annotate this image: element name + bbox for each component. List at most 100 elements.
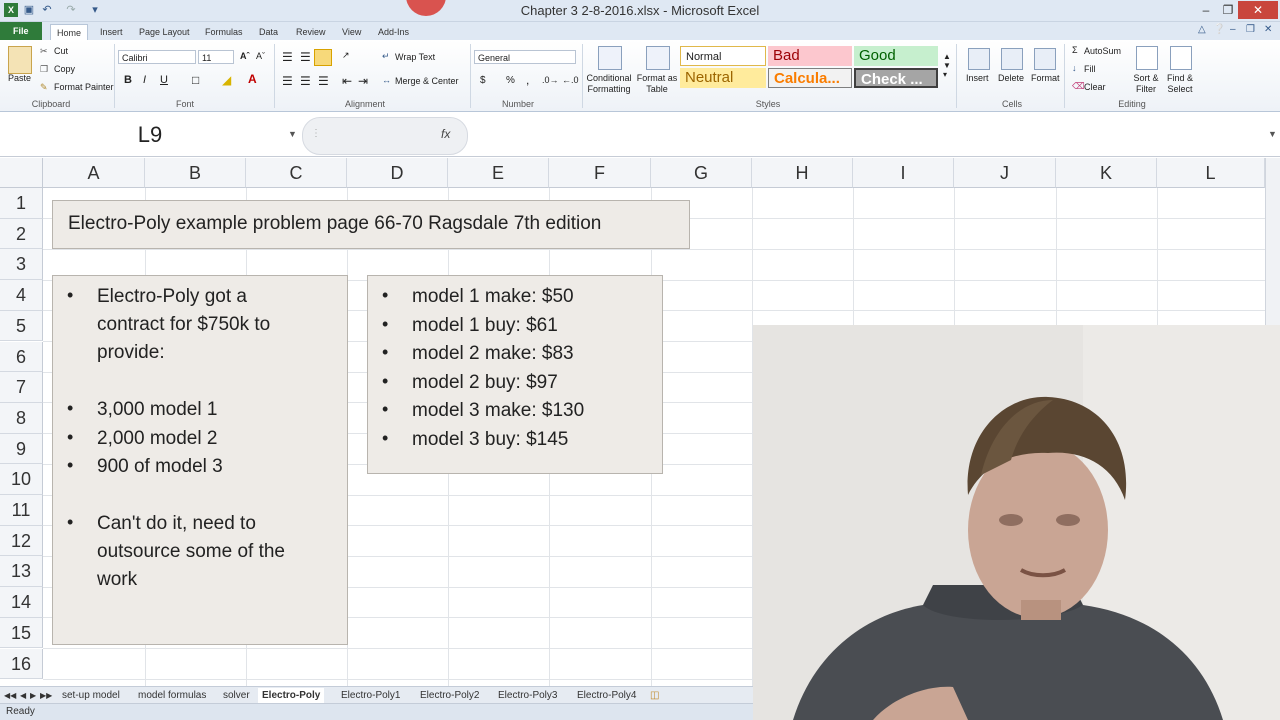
sheet-tab-active[interactable]: Electro-Poly [258, 688, 325, 703]
number-format-select[interactable]: General [474, 50, 576, 64]
row-header-16[interactable]: 16 [0, 648, 43, 680]
column-header-l[interactable]: L [1157, 158, 1265, 188]
style-good[interactable]: Good [854, 46, 938, 66]
style-neutral[interactable]: Neutral [680, 68, 766, 88]
formula-cancel-icon[interactable]: ⋮ [311, 128, 321, 139]
row-header-12[interactable]: 12 [0, 525, 43, 557]
underline-button[interactable]: U [160, 74, 168, 86]
conditional-formatting-icon[interactable] [598, 46, 622, 70]
column-header-c[interactable]: C [246, 158, 347, 188]
font-color-icon[interactable]: A [248, 72, 257, 86]
vertical-scrollbar[interactable] [1265, 158, 1280, 325]
tab-formulas[interactable]: Formulas [199, 24, 249, 40]
insert-sheet-icon[interactable]: ◫ [650, 688, 659, 703]
column-header-i[interactable]: I [853, 158, 954, 188]
insert-function-icon[interactable]: fx [441, 127, 450, 141]
format-painter-button[interactable]: Format Painter [54, 82, 114, 92]
insert-cells-button[interactable]: Insert [966, 73, 989, 83]
delete-cells-icon[interactable] [1001, 48, 1023, 70]
column-header-h[interactable]: H [752, 158, 853, 188]
font-name-select[interactable]: Calibri [118, 50, 196, 64]
row-header-9[interactable]: 9 [0, 433, 43, 465]
clear-button[interactable]: Clear [1084, 82, 1106, 92]
sort-filter-button[interactable]: Sort & Filter [1128, 73, 1164, 95]
sheet-tab[interactable]: model formulas [138, 688, 206, 703]
clear-icon[interactable]: ⌫ [1072, 81, 1085, 92]
decrease-indent-icon[interactable]: ⇤ [342, 74, 352, 88]
title-textbox[interactable]: Electro-Poly example problem page 66-70 … [52, 200, 690, 249]
tab-insert[interactable]: Insert [94, 24, 129, 40]
format-as-table-button[interactable]: Format as Table [634, 73, 680, 95]
column-header-b[interactable]: B [145, 158, 246, 188]
tab-view[interactable]: View [336, 24, 367, 40]
minimize-ribbon-icon[interactable]: △ [1198, 24, 1206, 35]
column-header-f[interactable]: F [549, 158, 651, 188]
percent-button[interactable]: % [506, 75, 515, 86]
sheet-tab[interactable]: Electro-Poly2 [420, 688, 479, 703]
paste-button[interactable]: Paste [8, 73, 31, 83]
top-align-icon[interactable]: ☰ [282, 50, 293, 64]
style-calculation[interactable]: Calcula... [768, 68, 852, 88]
align-center-icon[interactable]: ☰ [300, 74, 311, 88]
middle-align-icon[interactable]: ☰ [300, 50, 311, 64]
close-button[interactable]: ✕ [1238, 1, 1278, 19]
formula-input[interactable] [470, 117, 1264, 153]
copy-icon[interactable]: ❐ [40, 64, 48, 75]
workbook-restore-icon[interactable]: ❐ [1246, 24, 1255, 35]
find-select-icon[interactable] [1170, 46, 1192, 70]
orientation-icon[interactable]: ↗ [342, 50, 350, 61]
borders-icon[interactable]: □ [192, 73, 199, 87]
cut-icon[interactable]: ✂ [40, 46, 48, 57]
format-as-table-icon[interactable] [646, 46, 670, 70]
last-sheet-icon[interactable]: ▶▶ [40, 688, 52, 703]
font-size-select[interactable]: 11 [198, 50, 234, 64]
row-header-8[interactable]: 8 [0, 402, 43, 434]
contract-textbox[interactable]: • Electro-Poly got a contract for $750k … [52, 275, 348, 645]
sort-filter-icon[interactable] [1136, 46, 1158, 70]
column-header-k[interactable]: K [1056, 158, 1157, 188]
bold-button[interactable]: B [124, 74, 132, 86]
tab-page-layout[interactable]: Page Layout [133, 24, 196, 40]
costs-textbox[interactable]: • model 1 make: $50 • model 1 buy: $61 •… [367, 275, 663, 474]
delete-cells-button[interactable]: Delete [998, 73, 1024, 83]
increase-indent-icon[interactable]: ⇥ [358, 74, 368, 88]
sheet-tab[interactable]: Electro-Poly4 [577, 688, 636, 703]
row-header-4[interactable]: 4 [0, 280, 43, 311]
row-header-10[interactable]: 10 [0, 464, 43, 495]
fill-icon[interactable]: ↓ [1072, 63, 1077, 73]
increase-decimal-icon[interactable]: .0→ [542, 75, 559, 85]
sheet-tab[interactable]: Electro-Poly1 [341, 688, 400, 703]
row-header-13[interactable]: 13 [0, 556, 43, 588]
paste-icon[interactable] [8, 46, 32, 74]
format-cells-button[interactable]: Format [1031, 73, 1060, 83]
first-sheet-icon[interactable]: ◀◀ [4, 688, 16, 703]
tab-add-ins[interactable]: Add-Ins [372, 24, 415, 40]
autosum-button[interactable]: AutoSum [1084, 46, 1121, 56]
grow-font-icon[interactable]: Aˆ [240, 51, 250, 61]
help-icon[interactable]: ❔ [1213, 24, 1225, 35]
sheet-tab[interactable]: solver [223, 688, 250, 703]
style-normal[interactable]: Normal [680, 46, 766, 66]
bottom-align-icon[interactable] [314, 49, 332, 66]
row-header-2[interactable]: 2 [0, 218, 43, 250]
row-header-5[interactable]: 5 [0, 310, 43, 342]
fill-color-icon[interactable]: ◢ [222, 73, 231, 87]
align-right-icon[interactable]: ☰ [318, 74, 329, 88]
sheet-tab[interactable]: set-up model [62, 688, 120, 703]
merge-icon[interactable]: ↔ [382, 75, 391, 85]
tab-file[interactable]: File [0, 22, 42, 40]
row-header-1[interactable]: 1 [0, 188, 43, 219]
prev-sheet-icon[interactable]: ◀ [20, 688, 26, 703]
column-header-g[interactable]: G [651, 158, 752, 188]
currency-button[interactable]: $ [480, 75, 486, 86]
styles-scroll-icon[interactable]: ▲ ▼ ▾ [943, 52, 951, 79]
italic-button[interactable]: I [143, 74, 146, 86]
workbook-minimize-icon[interactable]: – [1230, 24, 1236, 35]
format-painter-icon[interactable]: ✎ [40, 82, 48, 93]
column-header-d[interactable]: D [347, 158, 448, 188]
style-check-cell[interactable]: Check ... [854, 68, 938, 88]
find-select-button[interactable]: Find & Select [1162, 73, 1198, 95]
format-cells-icon[interactable] [1034, 48, 1056, 70]
expand-formula-bar-icon[interactable]: ▼ [1268, 129, 1277, 139]
tab-data[interactable]: Data [253, 24, 284, 40]
